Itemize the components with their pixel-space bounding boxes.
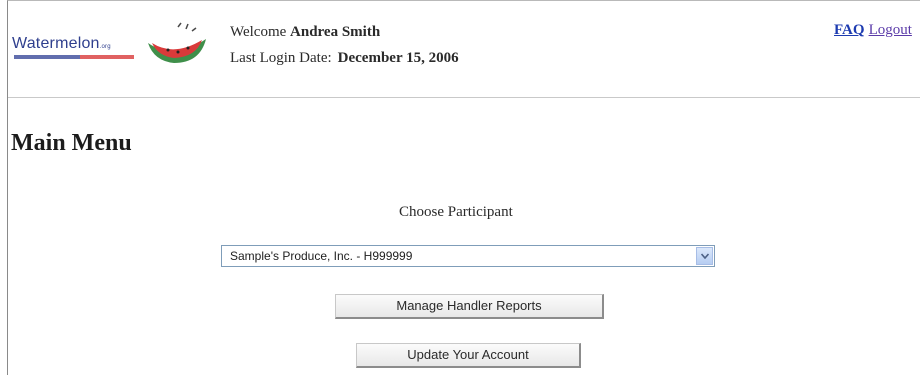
welcome-prefix: Welcome bbox=[230, 24, 287, 40]
last-login-label: Last Login Date: bbox=[230, 50, 332, 66]
participant-select-value: Sample's Produce, Inc. - H999999 bbox=[230, 249, 413, 263]
logo-tagline-bar bbox=[14, 55, 134, 59]
participant-select[interactable]: Sample's Produce, Inc. - H999999 bbox=[221, 245, 715, 267]
watermelon-slice-icon bbox=[148, 22, 206, 63]
top-links: FAQ Logout bbox=[834, 22, 912, 39]
last-login-date: December 15, 2006 bbox=[337, 50, 459, 66]
welcome-block: Welcome Andrea Smith Last Login Date: Dec… bbox=[230, 22, 459, 68]
user-name: Andrea Smith bbox=[290, 24, 381, 40]
logo-brand: Watermelon bbox=[12, 35, 100, 52]
logo-wordmark: Watermelon.org bbox=[12, 35, 111, 53]
page-title: Main Menu bbox=[11, 130, 132, 156]
logout-link[interactable]: Logout bbox=[869, 22, 912, 38]
chevron-down-icon[interactable] bbox=[696, 247, 713, 265]
faq-link[interactable]: FAQ bbox=[834, 22, 865, 38]
logo-domain: .org bbox=[99, 44, 111, 50]
header: Watermelon.org Welcome Andrea Smith Last… bbox=[8, 1, 920, 98]
last-login: Last Login Date: December 15, 2006 bbox=[230, 48, 459, 68]
update-your-account-button[interactable]: Update Your Account bbox=[356, 343, 581, 368]
welcome-message: Welcome Andrea Smith bbox=[230, 22, 459, 42]
manage-handler-reports-button[interactable]: Manage Handler Reports bbox=[335, 294, 604, 319]
choose-participant-label: Choose Participant bbox=[399, 204, 513, 220]
watermelon-logo[interactable]: Watermelon.org bbox=[12, 21, 212, 71]
